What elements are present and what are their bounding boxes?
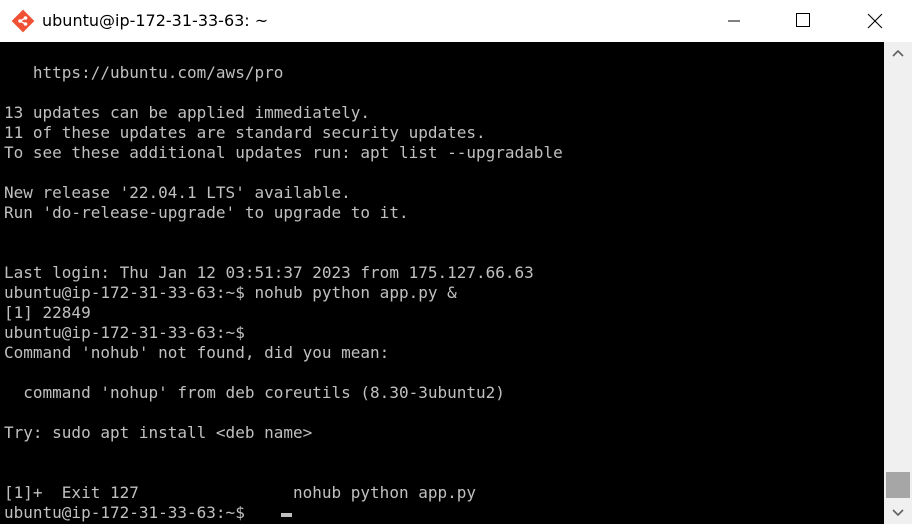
- terminal-line: ubuntu@ip-172-31-33-63:~$ nohub python a…: [4, 283, 457, 302]
- chevron-down-icon: [892, 509, 904, 517]
- terminal-line: [1]+ Exit 127 nohub python app.py: [4, 483, 477, 502]
- terminal-line: 11 of these updates are standard securit…: [4, 123, 486, 142]
- scroll-up-button[interactable]: [884, 42, 912, 64]
- terminal-line: https://ubuntu.com/aws/pro: [4, 63, 284, 82]
- close-button[interactable]: [852, 0, 898, 42]
- scroll-down-button[interactable]: [884, 502, 912, 524]
- terminal-prompt-line: ubuntu@ip-172-31-33-63:~$: [4, 503, 255, 522]
- maximize-button[interactable]: [781, 0, 827, 42]
- terminal-line: To see these additional updates run: apt…: [4, 143, 563, 162]
- git-bash-icon: [11, 9, 35, 33]
- window-title: ubuntu@ip-172-31-33-63: ~: [42, 11, 269, 30]
- terminal-line: ubuntu@ip-172-31-33-63:~$: [4, 323, 245, 342]
- close-icon: [867, 13, 883, 29]
- title-bar[interactable]: ubuntu@ip-172-31-33-63: ~: [0, 0, 912, 42]
- terminal-line: Run 'do-release-upgrade' to upgrade to i…: [4, 203, 409, 222]
- terminal-output[interactable]: https://ubuntu.com/aws/pro 13 updates ca…: [0, 42, 884, 524]
- vertical-scrollbar[interactable]: [884, 42, 912, 524]
- scrollbar-thumb[interactable]: [886, 472, 910, 498]
- terminal-line: New release '22.04.1 LTS' available.: [4, 183, 351, 202]
- terminal-line: 13 updates can be applied immediately.: [4, 103, 371, 122]
- terminal-line: Last login: Thu Jan 12 03:51:37 2023 fro…: [4, 263, 534, 282]
- maximize-icon: [796, 13, 810, 27]
- terminal-line: Try: sudo apt install <deb name>: [4, 423, 313, 442]
- minimize-button[interactable]: [713, 0, 759, 42]
- terminal-line: [1] 22849: [4, 303, 91, 322]
- minimize-icon: [728, 20, 740, 22]
- terminal-line: Command 'nohub' not found, did you mean:: [4, 343, 390, 362]
- chevron-up-icon: [892, 49, 904, 57]
- terminal-line: command 'nohup' from deb coreutils (8.30…: [4, 383, 505, 402]
- terminal-window: ubuntu@ip-172-31-33-63: ~ https://ubuntu…: [0, 0, 912, 524]
- text-cursor: [281, 513, 292, 517]
